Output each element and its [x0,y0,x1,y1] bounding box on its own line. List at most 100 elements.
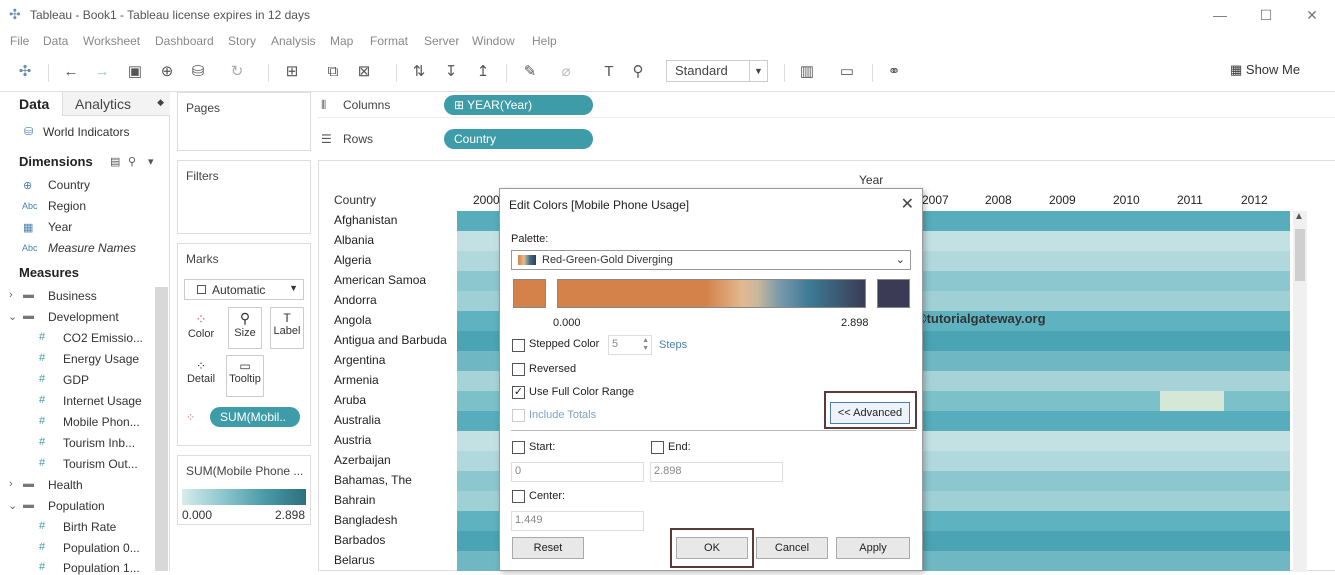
chevron-down-icon[interactable]: ⌄ [8,310,17,323]
field-gdp[interactable]: GDP [63,373,89,387]
presentation-mode-icon[interactable]: ▭ [837,62,857,82]
close-icon[interactable]: ✕ [901,194,914,214]
view-scrollbar[interactable]: ▲ [1293,211,1307,572]
menu-window[interactable]: Window [472,34,515,48]
clear-sheet-icon[interactable]: ⊠ [354,62,374,82]
year-pill[interactable]: ⊞ YEAR(Year) [444,95,593,115]
full-range-checkbox[interactable]: ✓ [512,386,525,399]
filters-card[interactable]: Filters [177,160,311,234]
start-color-swatch[interactable] [513,279,546,308]
duplicate-sheet-icon[interactable]: ⧉ [323,62,343,82]
new-datasource-icon[interactable]: ⊕ [157,62,177,82]
menu-map[interactable]: Map [330,34,353,48]
search-icon[interactable]: ⚲ [128,155,136,168]
sort-ascending-icon[interactable]: ↧ [441,62,461,82]
swap-rows-columns-icon[interactable]: ⇅ [409,62,429,82]
menu-analysis[interactable]: Analysis [271,34,316,48]
folder-business[interactable]: Business [48,289,97,303]
tab-data[interactable]: Data [0,92,62,116]
label-button[interactable]: T Label [270,307,304,349]
end-color-swatch[interactable] [877,279,910,308]
menu-dashboard[interactable]: Dashboard [155,34,214,48]
country-pill[interactable]: Country [444,129,593,149]
field-birth-rate[interactable]: Birth Rate [63,520,116,534]
palette-dropdown[interactable]: Red-Green-Gold Diverging ⌄ [511,250,911,270]
maximize-button[interactable]: ☐ [1251,4,1281,26]
field-internet-usage[interactable]: Internet Usage [63,394,142,408]
center-checkbox[interactable] [512,490,525,503]
save-icon[interactable]: ▣ [125,62,145,82]
scroll-up-icon[interactable]: ▲ [1294,211,1304,222]
sum-mobile-pill[interactable]: SUM(Mobil.. [210,407,300,427]
include-totals-checkbox[interactable] [512,409,525,422]
chevron-down-icon[interactable]: ⌄ [8,499,17,512]
show-mark-labels-icon[interactable]: T [599,62,619,82]
field-co2[interactable]: CO2 Emissio... [63,331,143,345]
end-input[interactable]: 2.898 [650,462,783,482]
undo-icon[interactable]: ← [61,62,81,82]
start-input[interactable]: 0 [511,462,644,482]
scroll-thumb[interactable] [1295,229,1305,281]
chevron-right-icon[interactable]: › [9,289,13,301]
field-population-1[interactable]: Population 1... [63,561,140,575]
cancel-button[interactable]: Cancel [756,537,828,559]
highlight-icon[interactable]: ✎ [520,62,540,82]
show-me-button[interactable]: ▦ Show Me [1230,62,1300,78]
ok-button[interactable]: OK [676,537,748,559]
menu-worksheet[interactable]: Worksheet [83,34,140,48]
pause-updates-icon[interactable]: ⛁ [188,62,208,82]
color-button[interactable]: ⁘ Color [184,307,218,349]
fit-dropdown[interactable]: Standard ▼ [666,60,768,82]
field-measure-names[interactable]: Measure Names [48,241,136,255]
chevron-right-icon[interactable]: › [9,478,13,490]
sort-descending-icon[interactable]: ↥ [473,62,493,82]
field-region[interactable]: Region [48,199,86,213]
center-input[interactable]: 1.449 [511,511,644,531]
stepped-color-checkbox[interactable] [512,339,525,352]
reset-button[interactable]: Reset [512,537,584,559]
field-country[interactable]: Country [48,178,90,192]
apply-button[interactable]: Apply [836,537,910,559]
tooltip-button[interactable]: ▭ Tooltip [226,355,264,397]
data-pane-scrollbar[interactable] [155,287,168,571]
menu-format[interactable]: Format [370,34,408,48]
redo-icon[interactable]: → [92,62,112,82]
reversed-checkbox[interactable] [512,363,525,376]
menu-story[interactable]: Story [228,34,256,48]
folder-population[interactable]: Population [48,499,105,513]
menu-data[interactable]: Data [43,34,68,48]
pages-card[interactable]: Pages [177,92,311,151]
show-cards-icon[interactable]: ▥ [797,62,817,82]
start-checkbox[interactable] [512,441,525,454]
menu-file[interactable]: File [10,34,29,48]
field-tourism-outbound[interactable]: Tourism Out... [63,457,138,471]
size-button[interactable]: ⚲ Size [228,307,262,349]
refresh-icon[interactable]: ↻ [227,62,247,82]
steps-stepper[interactable]: 5 ▲ ▼ [608,335,652,355]
field-population-0[interactable]: Population 0... [63,541,140,555]
new-worksheet-icon[interactable]: ⊞ [282,62,302,82]
group-members-icon[interactable]: ⌀ [556,62,576,82]
folder-development[interactable]: Development [48,310,119,324]
close-window-button[interactable]: ✕ [1297,4,1327,26]
mark-type-dropdown[interactable]: Automatic ▼ [184,279,304,300]
menu-server[interactable]: Server [424,34,459,48]
advanced-button[interactable]: << Advanced [830,402,910,424]
field-tourism-inbound[interactable]: Tourism Inb... [63,436,135,450]
columns-shelf[interactable]: ⦀ Columns ⊞ YEAR(Year) [318,92,1335,118]
field-year[interactable]: Year [48,220,72,234]
datasource-name[interactable]: World Indicators [43,125,129,139]
detail-button[interactable]: ⁘ Detail [184,355,218,397]
color-ramp[interactable] [557,279,866,308]
list-view-icon[interactable]: ▤ [110,155,120,168]
rows-shelf[interactable]: ☰ Rows Country [318,126,1335,152]
minimize-button[interactable]: — [1205,4,1235,26]
field-mobile-phone[interactable]: Mobile Phon... [63,415,140,429]
end-checkbox[interactable] [651,441,664,454]
fix-axes-icon[interactable]: ⚲ [628,62,648,82]
tab-analytics[interactable]: Analytics ◆ [62,92,170,116]
folder-health[interactable]: Health [48,478,83,492]
tableau-home-icon[interactable]: ✣ [15,62,35,82]
field-energy-usage[interactable]: Energy Usage [63,352,139,366]
share-icon[interactable]: ⚭ [884,62,904,82]
